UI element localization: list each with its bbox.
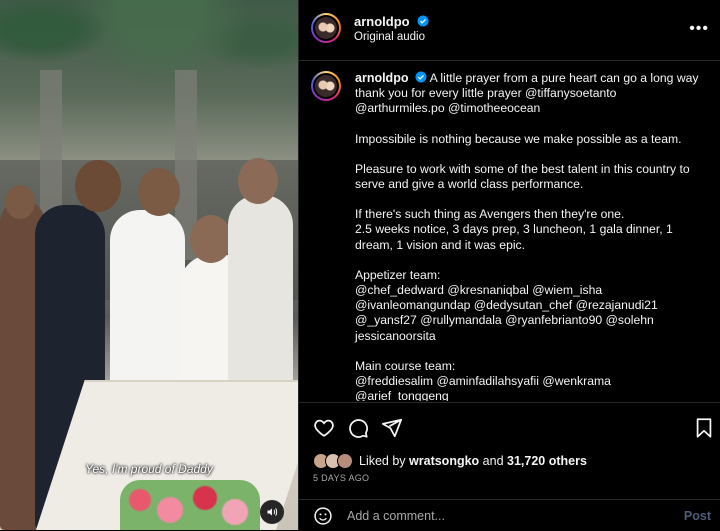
liked-by-prefix: Liked by <box>359 454 410 468</box>
comment-icon[interactable] <box>347 417 369 439</box>
caption-line: serve and give a world class performance… <box>355 177 584 192</box>
caption-line: dream, 1 vision and it was epic. <box>355 237 526 252</box>
post-caption-area: arnoldpo A little prayer from a pure hea… <box>299 61 720 401</box>
heart-icon[interactable] <box>313 417 335 439</box>
video-caption: Yes, I'm proud of Daddy <box>85 462 213 476</box>
video-person-head <box>190 215 232 263</box>
liker-avatar <box>337 453 353 469</box>
post-comment-button[interactable]: Post <box>684 509 711 523</box>
bookmark-icon[interactable] <box>693 417 715 439</box>
audio-label[interactable]: Original audio <box>354 31 429 43</box>
post-caption: arnoldpo A little prayer from a pure hea… <box>355 71 705 401</box>
caption-paragraph: Impossibile is nothing because we make p… <box>355 132 705 147</box>
liked-by-user[interactable]: wratsongko <box>409 454 479 468</box>
video-person-head <box>75 160 121 212</box>
post-video[interactable]: Yes, I'm proud of Daddy <box>0 0 298 530</box>
header-username[interactable]: arnoldpo <box>354 14 410 29</box>
caption-avatar[interactable] <box>311 71 341 101</box>
caption-paragraph: arnoldpo A little prayer from a pure hea… <box>355 71 705 117</box>
caption-paragraph: Main course team: @freddiesalim @aminfad… <box>355 359 705 401</box>
post-timestamp[interactable]: 5 DAYS AGO <box>313 473 369 483</box>
more-options-icon[interactable]: ••• <box>689 20 709 38</box>
emoji-icon[interactable] <box>313 506 333 526</box>
video-person <box>228 195 293 395</box>
caption-username[interactable]: arnoldpo <box>355 71 408 85</box>
avatar[interactable] <box>311 13 341 43</box>
caption-paragraph: Appetizer team: @chef_dedward @kresnaniq… <box>355 268 705 344</box>
caption-line: If there's such thing as Avengers then t… <box>355 207 625 222</box>
caption-line: thank you for every little prayer @tiffa… <box>355 86 617 101</box>
caption-paragraph: If there's such thing as Avengers then t… <box>355 207 705 253</box>
video-flowers <box>120 480 260 530</box>
comment-bar: Add a comment... Post <box>299 499 720 531</box>
post-header: arnoldpo Original audio ••• <box>299 0 720 61</box>
caption-line: Impossibile is nothing because we make p… <box>355 131 682 146</box>
caption-line: @arthurmiles.po @timotheeocean <box>355 101 541 116</box>
share-icon[interactable] <box>381 417 403 439</box>
mute-button[interactable] <box>260 500 284 524</box>
comment-input[interactable]: Add a comment... <box>347 509 445 523</box>
caption-line: @ivanleomangundap @dedysutan_chef @rezaj… <box>355 298 658 313</box>
caption-line: Appetizer team: <box>355 267 441 282</box>
caption-line: A little prayer from a pure heart can go… <box>429 71 699 85</box>
post-sidebar: arnoldpo Original audio ••• arnoldpo A l <box>298 0 720 530</box>
verified-icon <box>415 71 427 83</box>
caption-line: @freddiesalim @aminfadilahsyafii @wenkra… <box>355 374 611 401</box>
caption-paragraph: Pleasure to work with some of the best t… <box>355 162 705 192</box>
caption-line: jessicanoorsita <box>355 328 436 343</box>
verified-icon <box>417 15 429 27</box>
caption-line: Main course team: <box>355 358 456 373</box>
video-person-head <box>5 185 35 219</box>
caption-line: @chef_dedward @kresnaniqbal @wiem_isha <box>355 283 603 298</box>
liker-avatars <box>313 453 353 469</box>
post-actions <box>299 402 720 451</box>
speaker-icon <box>267 508 278 516</box>
caption-line: Pleasure to work with some of the best t… <box>355 161 690 176</box>
likes-summary[interactable]: Liked by wratsongko and 31,720 others <box>313 452 587 470</box>
video-person-head <box>138 168 180 216</box>
likes-count[interactable]: 31,720 others <box>507 454 587 468</box>
caption-line: 2.5 weeks notice, 3 days prep, 3 luncheo… <box>355 222 673 237</box>
video-person-head <box>238 158 278 204</box>
caption-line: @_yansf27 @rullymandala @ryanfebrianto90… <box>355 313 654 328</box>
liked-by-and: and <box>479 454 507 468</box>
